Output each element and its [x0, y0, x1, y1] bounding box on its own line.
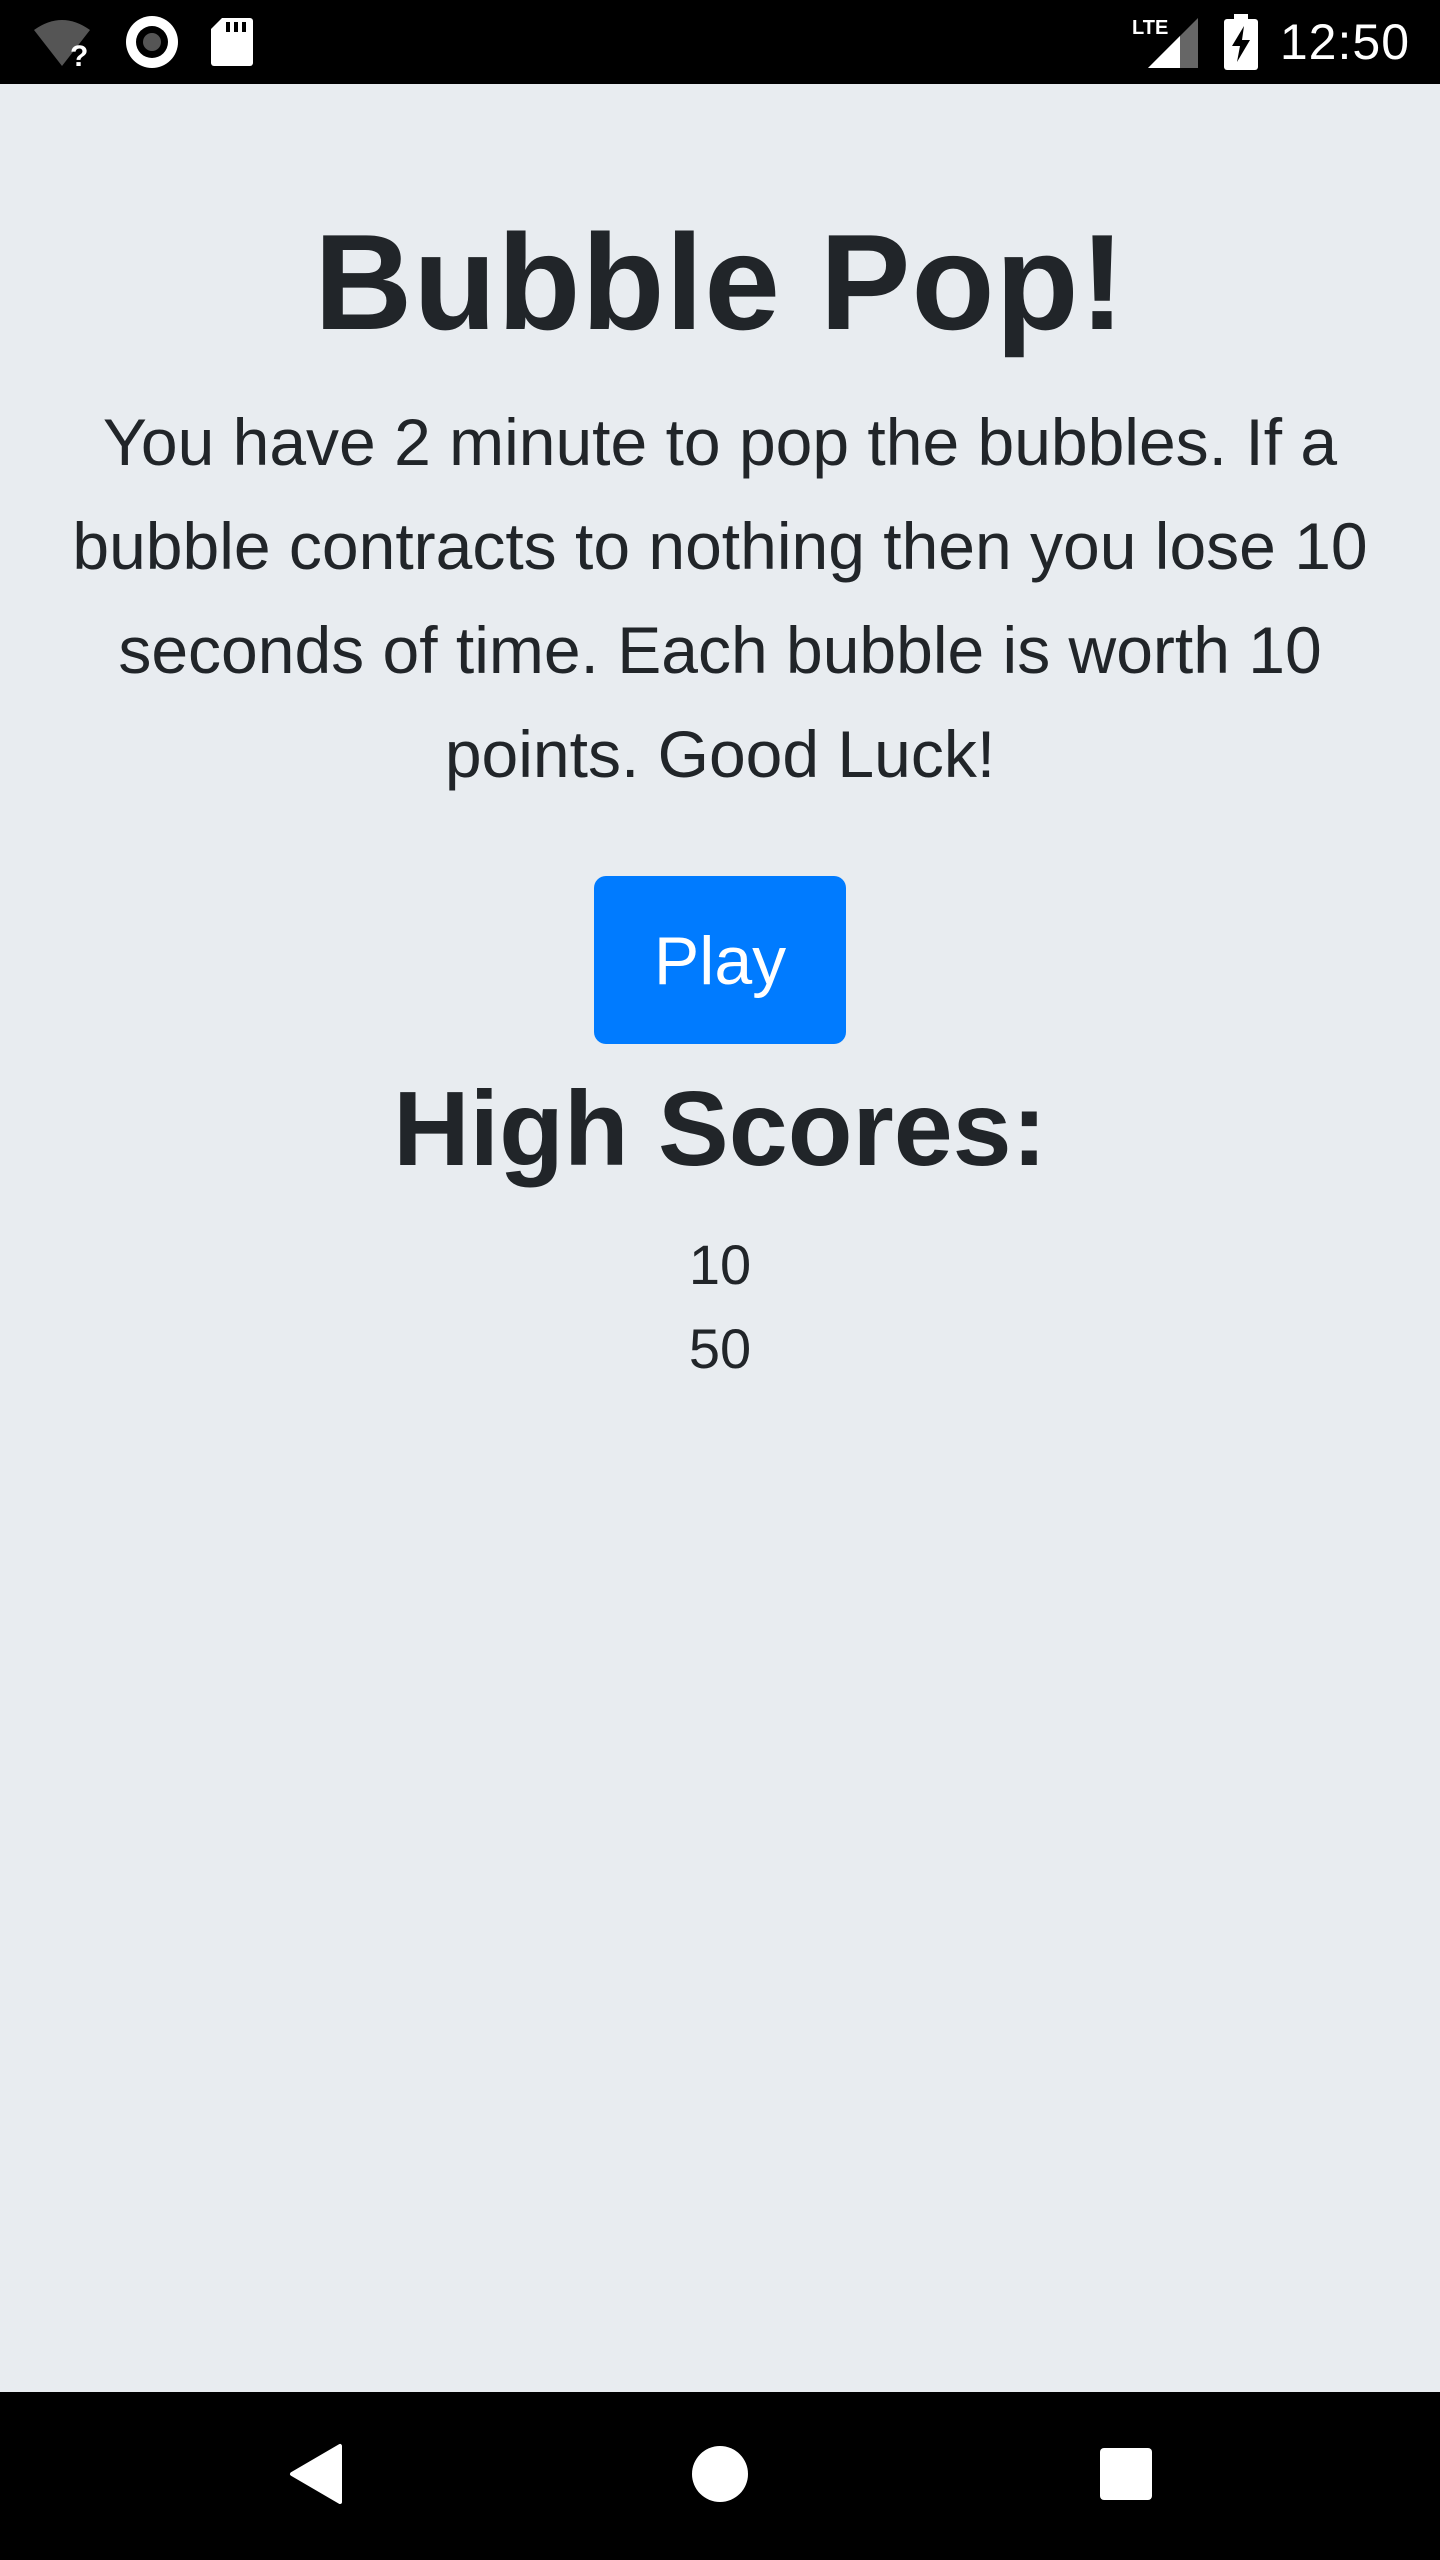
status-time: 12:50 — [1279, 14, 1410, 70]
svg-text:?: ? — [70, 40, 88, 68]
home-button[interactable] — [636, 2392, 804, 2560]
status-left-icons: ? — [30, 12, 254, 72]
navigation-bar — [0, 2392, 1440, 2560]
status-bar: ? LTE 12:50 — [0, 0, 1440, 84]
home-icon — [690, 2444, 750, 2509]
high-scores-heading: High Scores: — [393, 1069, 1047, 1188]
recents-button[interactable] — [1042, 2392, 1210, 2560]
circle-indicator-icon — [124, 14, 180, 70]
wifi-unknown-icon: ? — [30, 16, 94, 68]
sd-card-icon — [210, 16, 254, 68]
game-instructions: You have 2 minute to pop the bubbles. If… — [72, 404, 1368, 791]
page-title: Bubble Pop! — [314, 206, 1126, 358]
score-item: 50 — [688, 1316, 752, 1380]
lte-label: LTE — [1132, 17, 1168, 39]
battery-charging-icon — [1223, 14, 1258, 70]
high-scores-list: 10 50 — [0, 1223, 1440, 1391]
lte-signal-icon: LTE — [1132, 14, 1202, 70]
main-content: Bubble Pop! You have 2 minute to pop the… — [0, 84, 1440, 1391]
score-item: 10 — [688, 1232, 752, 1296]
back-icon — [288, 2442, 344, 2511]
play-button[interactable]: Play — [594, 875, 846, 1044]
status-right-icons: LTE 12:50 — [1132, 10, 1410, 74]
app-screen: ? LTE 12:50 Bubble Pop! You have 2 minut… — [0, 0, 1440, 2560]
recents-icon — [1099, 2447, 1153, 2506]
back-button[interactable] — [232, 2392, 400, 2560]
